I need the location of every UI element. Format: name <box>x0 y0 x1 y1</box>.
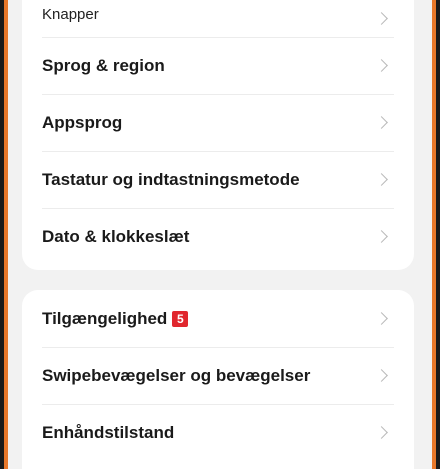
settings-item-label: Tastatur og indtastningsmetode <box>42 169 300 189</box>
settings-item-knapper[interactable]: Knapper <box>22 0 414 37</box>
settings-item-label: Sprog & region <box>42 55 165 75</box>
settings-item-label: Appsprog <box>42 112 123 132</box>
settings-item-label: Dato & klokkeslæt <box>42 226 190 246</box>
settings-item-label: Knapper <box>42 6 99 23</box>
device-frame-left <box>0 0 8 469</box>
step-badge: 5 <box>172 310 189 327</box>
settings-item-dato-klokkeslaet[interactable]: Dato & klokkeslæt <box>22 208 414 265</box>
settings-item-tastatur[interactable]: Tastatur og indtastningsmetode <box>22 151 414 208</box>
chevron-right-icon <box>375 369 388 382</box>
chevron-right-icon <box>375 426 388 439</box>
settings-item-enhaandstilstand[interactable]: Enhåndstilstand <box>22 404 414 461</box>
chevron-right-icon <box>375 12 388 25</box>
chevron-right-icon <box>375 312 388 325</box>
chevron-right-icon <box>375 230 388 243</box>
settings-item-tilgaengelighed[interactable]: Tilgængelighed 5 <box>22 290 414 347</box>
settings-item-label: Enhåndstilstand <box>42 422 175 442</box>
settings-group-accessibility: Tilgængelighed 5 Swipebevægelser og bevæ… <box>22 290 414 469</box>
settings-item-label: Swipebevægelser og bevægelser <box>42 365 311 385</box>
settings-group-system: Knapper Sprog & region Appsprog Tastatur… <box>22 0 414 270</box>
settings-item-swipebevaegelser[interactable]: Swipebevægelser og bevægelser <box>22 347 414 404</box>
chevron-right-icon <box>375 173 388 186</box>
settings-item-appsprog[interactable]: Appsprog <box>22 94 414 151</box>
settings-item-label-text: Tilgængelighed <box>42 308 168 328</box>
settings-item-label: Tilgængelighed 5 <box>42 308 189 329</box>
settings-item-sprog-region[interactable]: Sprog & region <box>22 37 414 94</box>
chevron-right-icon <box>375 59 388 72</box>
settings-screen: Knapper Sprog & region Appsprog Tastatur… <box>8 0 432 469</box>
device-frame-right <box>432 0 440 469</box>
chevron-right-icon <box>375 116 388 129</box>
